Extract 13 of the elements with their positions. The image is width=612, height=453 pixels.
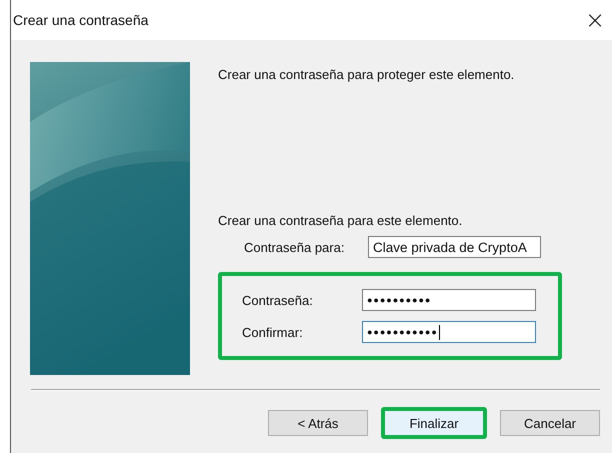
dialog-button[interactable]: Cancelar — [500, 410, 600, 436]
close-button[interactable]: × — [577, 2, 612, 38]
window-title: Crear una contraseña — [13, 12, 148, 28]
field-label: Contraseña para: — [244, 240, 346, 254]
dialog-button[interactable]: Finalizar — [381, 407, 487, 439]
password-field[interactable]: ●●●●●●●●●● — [362, 289, 536, 311]
password-for-field[interactable]: Clave privada de CryptoA — [368, 236, 541, 258]
password-field[interactable]: ●●●●●●●●●●● — [362, 321, 536, 343]
intro-text: Crear una contraseña para proteger este elemento. — [218, 67, 516, 82]
field-label: Confirmar: — [242, 324, 304, 340]
section-label: Crear una contraseña para este elemento. — [218, 213, 464, 228]
field-label: Contraseña: — [242, 292, 314, 308]
dialog-button[interactable]: < Atrás — [268, 410, 368, 436]
